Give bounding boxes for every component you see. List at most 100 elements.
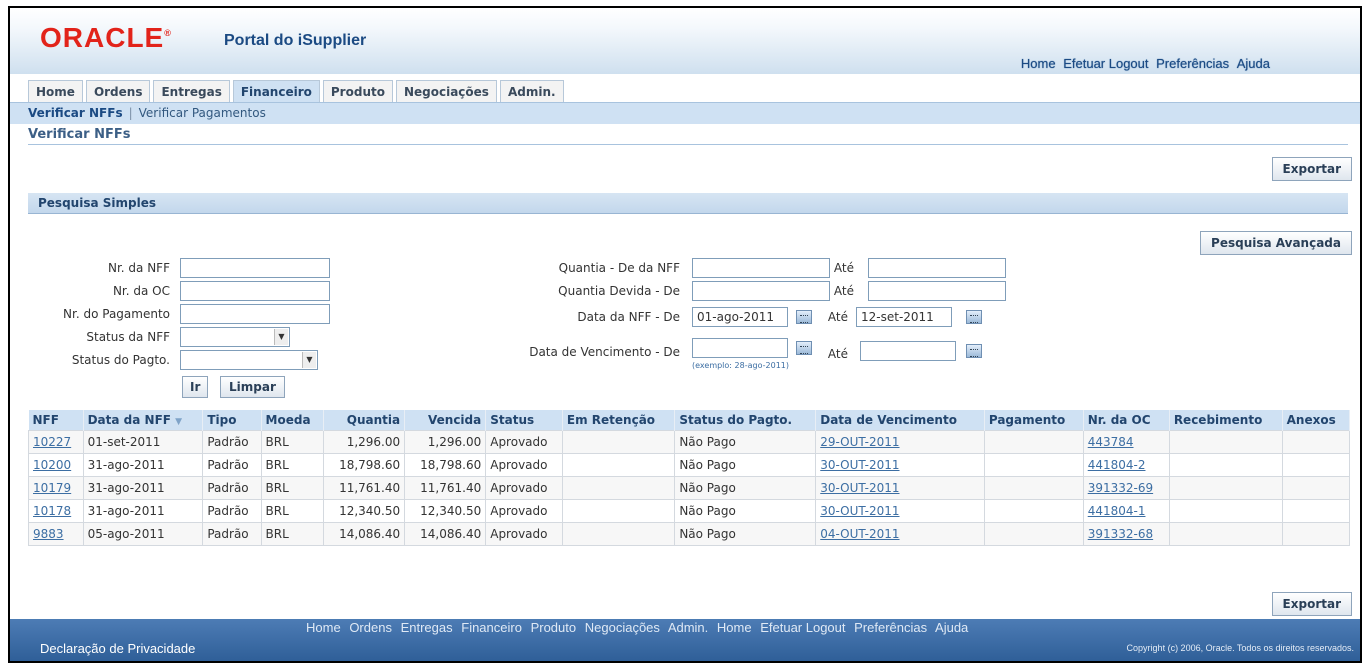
table-cell: 18,798.60 (323, 452, 406, 477)
nff-amount-to-input[interactable] (868, 258, 1006, 278)
col-po-number[interactable]: Nr. da OC (1083, 410, 1170, 430)
type-cell: Padrão (207, 434, 249, 449)
table-cell (1168, 521, 1283, 546)
subtab-verificar-nffs[interactable]: Verificar NFFs (28, 106, 123, 120)
due-date-link[interactable]: 04-OUT-2011 (820, 527, 899, 541)
po-number-link[interactable]: 391332-68 (1088, 527, 1153, 541)
po-number-link[interactable]: 391332-69 (1088, 481, 1153, 495)
calendar-icon[interactable] (796, 341, 812, 355)
due-date-from-input[interactable] (692, 338, 788, 358)
sub-navigation: Verificar NFFs | Verificar Pagamentos (10, 102, 1360, 124)
nff-link[interactable]: 10179 (33, 481, 71, 495)
tab-produto[interactable]: Produto (322, 80, 393, 102)
nff-date-from-input[interactable]: 01-ago-2011 (692, 307, 788, 327)
nff-date-to-input[interactable]: 12-set-2011 (856, 307, 952, 327)
tab-home[interactable]: Home (28, 80, 83, 102)
nff-number-input[interactable] (180, 258, 330, 278)
tab-entregas[interactable]: Entregas (153, 80, 230, 102)
col-nff-date[interactable]: Data da NFF ▼ (83, 410, 204, 430)
table-cell: Aprovado (485, 452, 563, 477)
table-cell: 30-OUT-2011 (815, 452, 985, 477)
col-receipt[interactable]: Recebimento (1169, 410, 1283, 430)
po-number-link[interactable]: 443784 (1088, 435, 1134, 449)
col-nff[interactable]: NFF (28, 410, 84, 430)
global-link-preferences[interactable]: Preferências (1156, 56, 1229, 71)
col-payment-status[interactable]: Status do Pagto. (674, 410, 817, 430)
po-number-input[interactable] (180, 281, 330, 301)
footer-link-logout[interactable]: Efetuar Logout (760, 620, 845, 635)
export-button-top[interactable]: Exportar (1271, 157, 1352, 181)
advanced-search-button[interactable]: Pesquisa Avançada (1200, 231, 1352, 255)
footer-link-ordens[interactable]: Ordens (349, 620, 392, 635)
table-cell: 10227 (28, 429, 84, 454)
col-currency[interactable]: Moeda (261, 410, 325, 430)
footer-link-home[interactable]: Home (306, 620, 341, 635)
amount-due-to-label: Até (833, 284, 854, 298)
table-cell: 10179 (28, 475, 84, 500)
nff-amount-from-input[interactable] (692, 258, 830, 278)
payment-number-input[interactable] (180, 304, 330, 324)
po-number-link[interactable]: 441804-1 (1088, 504, 1146, 518)
payment-status-select[interactable]: ▼ (180, 350, 318, 370)
due-date-link[interactable]: 29-OUT-2011 (820, 435, 899, 449)
table-cell: BRL (260, 452, 325, 477)
due-date-to-input[interactable] (860, 341, 956, 361)
tab-financeiro[interactable]: Financeiro (232, 80, 320, 102)
nff-link[interactable]: 10227 (33, 435, 71, 449)
calendar-icon[interactable] (966, 310, 982, 324)
global-link-logout[interactable]: Efetuar Logout (1063, 56, 1148, 71)
nff-link[interactable]: 10178 (33, 504, 71, 518)
global-link-home[interactable]: Home (1021, 56, 1056, 71)
due-date-link[interactable]: 30-OUT-2011 (820, 504, 899, 518)
clear-button[interactable]: Limpar (220, 376, 285, 398)
footer-link-home-2[interactable]: Home (717, 620, 752, 635)
nff-link[interactable]: 10200 (33, 458, 71, 472)
privacy-link[interactable]: Declaração de Privacidade (40, 641, 195, 656)
tab-ordens[interactable]: Ordens (85, 80, 151, 102)
col-amount[interactable]: Quantia (323, 410, 406, 430)
footer-link-negociacoes[interactable]: Negociações (585, 620, 660, 635)
col-on-hold[interactable]: Em Retenção (562, 410, 676, 430)
footer-link-preferences[interactable]: Preferências (854, 620, 927, 635)
tab-admin[interactable]: Admin. (499, 80, 564, 102)
footer-link-help[interactable]: Ajuda (935, 620, 968, 635)
dropdown-arrow-icon: ▼ (274, 329, 288, 345)
due-date-link[interactable]: 30-OUT-2011 (820, 481, 899, 495)
table-cell (1281, 498, 1351, 523)
table-cell: Padrão (202, 475, 262, 500)
table-cell (1168, 452, 1283, 477)
table-cell (983, 452, 1084, 477)
footer-link-financeiro[interactable]: Financeiro (461, 620, 522, 635)
payment-status-cell: Não Pago (679, 480, 736, 495)
col-due-amount[interactable]: Vencida (404, 410, 487, 430)
po-number-link[interactable]: 441804-2 (1088, 458, 1146, 472)
amount-due-to-input[interactable] (868, 281, 1006, 301)
due-date-link[interactable]: 30-OUT-2011 (820, 458, 899, 472)
table-cell: 10200 (28, 452, 84, 477)
footer-link-admin[interactable]: Admin. (668, 620, 708, 635)
export-button-bottom[interactable]: Exportar (1271, 592, 1352, 616)
nff-link[interactable]: 9883 (33, 527, 64, 541)
footer-link-produto[interactable]: Produto (531, 620, 577, 635)
table-row: 10227 01-set-2011 Padrão BRL 1,296.00 1,296.0… (28, 429, 1351, 454)
table-cell: Aprovado (485, 521, 563, 546)
table-cell (983, 521, 1084, 546)
subtab-verificar-pagamentos[interactable]: Verificar Pagamentos (139, 106, 266, 120)
calendar-icon[interactable] (796, 310, 812, 324)
nff-status-select[interactable]: ▼ (180, 327, 290, 347)
col-attachments[interactable]: Anexos (1282, 410, 1351, 430)
global-link-help[interactable]: Ajuda (1237, 56, 1270, 71)
go-button[interactable]: Ir (182, 376, 209, 398)
col-payment[interactable]: Pagamento (984, 410, 1084, 430)
col-type[interactable]: Tipo (202, 410, 262, 430)
type-cell: Padrão (207, 526, 249, 541)
calendar-icon[interactable] (966, 344, 982, 358)
amount-due-from-input[interactable] (692, 281, 830, 301)
tab-negociacoes[interactable]: Negociações (395, 80, 497, 102)
table-cell: 391332-68 (1082, 521, 1170, 546)
portal-title: Portal do iSupplier (224, 32, 367, 49)
col-due-date[interactable]: Data de Vencimento (815, 410, 985, 430)
footer-links: Home Ordens Entregas Financeiro Produto … (306, 620, 973, 635)
footer-link-entregas[interactable]: Entregas (401, 620, 453, 635)
col-status[interactable]: Status (485, 410, 563, 430)
